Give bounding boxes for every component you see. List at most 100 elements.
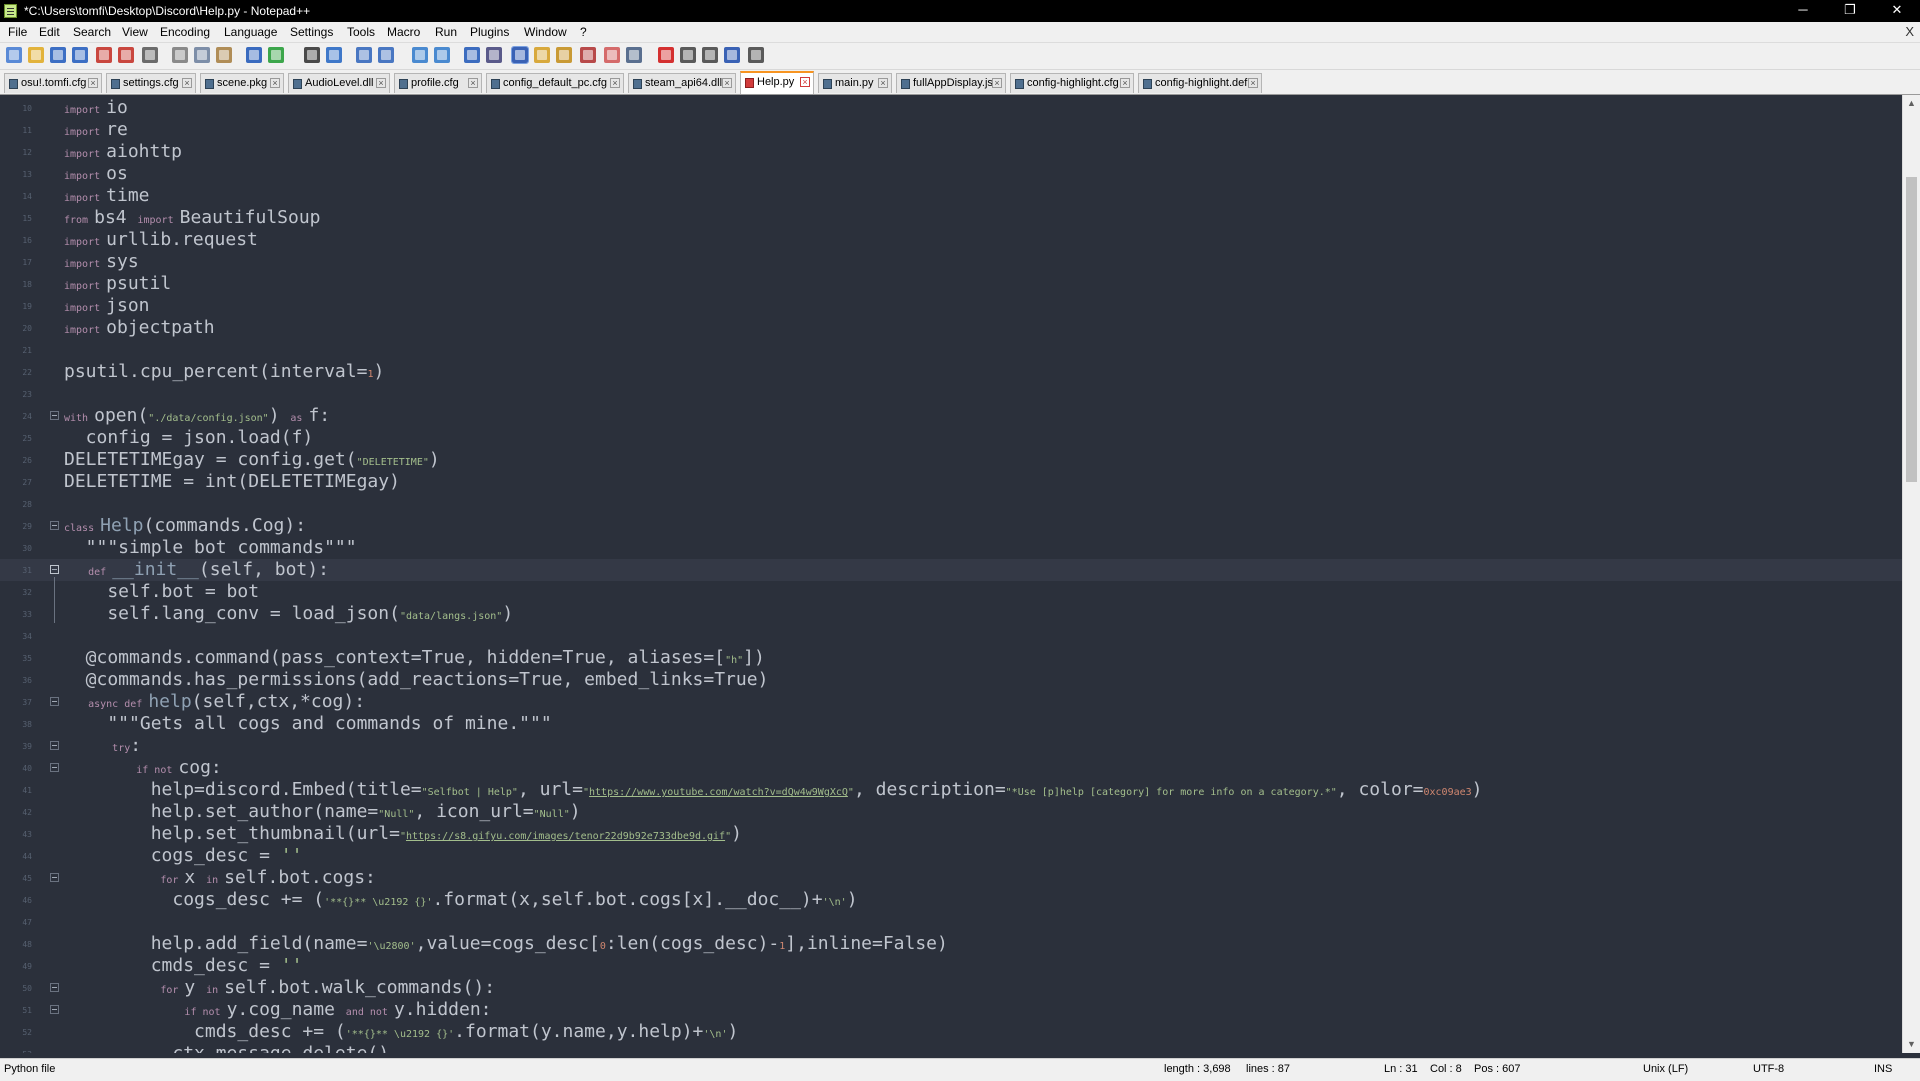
code-line[interactable]: 34 xyxy=(0,625,1902,647)
code-line[interactable]: 26 DELETETIMEgay = config.get("DELETETIME… xyxy=(0,449,1902,471)
language-icon[interactable] xyxy=(534,47,550,63)
tab-steam-api64-dll[interactable]: steam_api64.dll × xyxy=(628,73,736,93)
copy-icon[interactable] xyxy=(194,47,210,63)
code-line[interactable]: 31 def __init__(self, bot): xyxy=(0,559,1902,581)
fold-toggle-icon[interactable] xyxy=(50,873,59,882)
code-line[interactable]: 11 import re xyxy=(0,119,1902,141)
tab-config-highlight-def[interactable]: config-highlight.def × xyxy=(1138,73,1262,93)
tab-settings-cfg[interactable]: settings.cfg × xyxy=(106,73,196,93)
menu-run[interactable]: Run xyxy=(435,25,457,39)
monitoring-icon[interactable] xyxy=(626,47,642,63)
code-line[interactable]: 46 cogs_desc += ('**{}** \u2192 {}'.form… xyxy=(0,889,1902,911)
tab-audiolevel-dll[interactable]: AudioLevel.dll × xyxy=(288,73,390,93)
menu-view[interactable]: View xyxy=(122,25,148,39)
code-line[interactable]: 33 self.lang_conv = load_json("data/lang… xyxy=(0,603,1902,625)
code-line[interactable]: 15 from bs4 import BeautifulSoup xyxy=(0,207,1902,229)
tab-close-icon[interactable]: × xyxy=(992,78,1002,88)
fold-toggle-icon[interactable] xyxy=(50,565,59,574)
code-line[interactable]: 27 DELETETIME = int(DELETETIMEgay) xyxy=(0,471,1902,493)
code-line[interactable]: 48 help.add_field(name='\u2800',value=co… xyxy=(0,933,1902,955)
sync-vertical-icon[interactable] xyxy=(412,47,428,63)
tab-close-icon[interactable]: × xyxy=(800,77,810,87)
function-list-icon[interactable] xyxy=(580,47,596,63)
zoom-in-icon[interactable] xyxy=(356,47,372,63)
tab-config-default-pc-cfg[interactable]: config_default_pc.cfg × xyxy=(486,73,624,93)
menu-tools[interactable]: Tools xyxy=(347,25,375,39)
save-icon[interactable] xyxy=(50,47,66,63)
code-line[interactable]: 28 xyxy=(0,493,1902,515)
fold-toggle-icon[interactable] xyxy=(50,1005,59,1014)
code-line[interactable]: 51 if not y.cog_name and not y.hidden: xyxy=(0,999,1902,1021)
menu-macro[interactable]: Macro xyxy=(387,25,420,39)
code-line[interactable]: 53 ctx.message.delete() xyxy=(0,1043,1902,1053)
fold-toggle-icon[interactable] xyxy=(50,411,59,420)
sync-horizontal-icon[interactable] xyxy=(434,47,450,63)
code-line[interactable]: 16 import urllib.request xyxy=(0,229,1902,251)
replace-icon[interactable] xyxy=(326,47,342,63)
scroll-up-icon[interactable]: ▲ xyxy=(1903,95,1920,112)
menu-file[interactable]: File xyxy=(8,25,27,39)
menu-window[interactable]: Window xyxy=(524,25,567,39)
tab-close-icon[interactable]: × xyxy=(270,78,280,88)
code-line[interactable]: 47 xyxy=(0,911,1902,933)
run-macro-multiple-icon[interactable] xyxy=(724,47,740,63)
tab-close-icon[interactable]: × xyxy=(468,78,478,88)
new-file-icon[interactable] xyxy=(6,47,22,63)
tab-config-highlight-cfg[interactable]: config-highlight.cfg × xyxy=(1010,73,1134,93)
tab-help-py[interactable]: Help.py × xyxy=(740,71,814,94)
code-line[interactable]: 45 for x in self.bot.cogs: xyxy=(0,867,1902,889)
code-line[interactable]: 20 import objectpath xyxy=(0,317,1902,339)
tab-close-icon[interactable]: × xyxy=(1248,78,1258,88)
close-all-icon[interactable] xyxy=(118,47,134,63)
tab-osu-tomfi-cfg[interactable]: osu!.tomfi.cfg × xyxy=(4,73,102,93)
document-map-icon[interactable] xyxy=(556,47,572,63)
code-line[interactable]: 36 @commands.has_permissions(add_reactio… xyxy=(0,669,1902,691)
tab-close-icon[interactable]: × xyxy=(878,78,888,88)
fold-toggle-icon[interactable] xyxy=(50,741,59,750)
tab-close-icon[interactable]: × xyxy=(182,78,192,88)
tab-main-py[interactable]: main.py × xyxy=(818,73,892,93)
zoom-out-icon[interactable] xyxy=(378,47,394,63)
code-line[interactable]: 50 for y in self.bot.walk_commands(): xyxy=(0,977,1902,999)
code-line[interactable]: 17 import sys xyxy=(0,251,1902,273)
redo-icon[interactable] xyxy=(268,47,284,63)
code-line[interactable]: 23 xyxy=(0,383,1902,405)
find-icon[interactable] xyxy=(304,47,320,63)
save-macro-icon[interactable] xyxy=(748,47,764,63)
cut-icon[interactable] xyxy=(172,47,188,63)
menu-settings[interactable]: Settings xyxy=(290,25,333,39)
menu-search[interactable]: Search xyxy=(73,25,111,39)
restore-button[interactable]: ❐ xyxy=(1827,0,1873,22)
undo-icon[interactable] xyxy=(246,47,262,63)
code-line[interactable]: 41 help=discord.Embed(title="Selfbot | H… xyxy=(0,779,1902,801)
code-line[interactable]: 49 cmds_desc = '' xyxy=(0,955,1902,977)
code-line[interactable]: 29 class Help(commands.Cog): xyxy=(0,515,1902,537)
code-line[interactable]: 13 import os xyxy=(0,163,1902,185)
tab-fullappdisplay-js[interactable]: fullAppDisplay.js × xyxy=(896,73,1006,93)
menu-language[interactable]: Language xyxy=(224,25,277,39)
code-line[interactable]: 18 import psutil xyxy=(0,273,1902,295)
fold-toggle-icon[interactable] xyxy=(50,763,59,772)
code-line[interactable]: 37 async def help(self,ctx,*cog): xyxy=(0,691,1902,713)
save-all-icon[interactable] xyxy=(72,47,88,63)
code-line[interactable]: 30 """simple bot commands""" xyxy=(0,537,1902,559)
minimize-button[interactable]: ─ xyxy=(1780,0,1826,22)
code-line[interactable]: 24 with open("./data/config.json") as f: xyxy=(0,405,1902,427)
stop-record-icon[interactable] xyxy=(680,47,696,63)
fold-toggle-icon[interactable] xyxy=(50,521,59,530)
tab-close-icon[interactable]: × xyxy=(88,78,98,88)
code-line[interactable]: 25 config = json.load(f) xyxy=(0,427,1902,449)
tab-close-icon[interactable]: × xyxy=(722,78,732,88)
code-line[interactable]: 22 psutil.cpu_percent(interval=1) xyxy=(0,361,1902,383)
tab-close-icon[interactable]: × xyxy=(1120,78,1130,88)
open-file-icon[interactable] xyxy=(28,47,44,63)
code-line[interactable]: 43 help.set_thumbnail(url="https://s8.gi… xyxy=(0,823,1902,845)
fold-toggle-icon[interactable] xyxy=(50,697,59,706)
code-line[interactable]: 40 if not cog: xyxy=(0,757,1902,779)
code-line[interactable]: 32 self.bot = bot xyxy=(0,581,1902,603)
menu-plugins[interactable]: Plugins xyxy=(470,25,509,39)
indent-guide-icon[interactable] xyxy=(511,46,529,64)
code-editor[interactable]: 10 import io 11 import re 12 import aiohttp 13… xyxy=(0,95,1902,1053)
folder-workspace-icon[interactable] xyxy=(604,47,620,63)
tab-close-icon[interactable]: × xyxy=(376,78,386,88)
